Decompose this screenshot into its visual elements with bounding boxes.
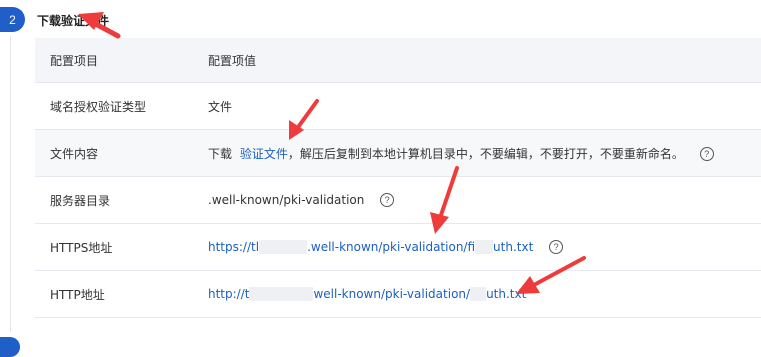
row-key: 文件内容: [35, 129, 208, 177]
header-config-value: 配置项值: [208, 38, 761, 83]
redacted-domain: [259, 240, 308, 255]
step-number-badge: 2: [0, 7, 25, 32]
config-table: 配置项目 配置项值 域名授权验证类型 文件 文件内容 下载 验证文件，解压后复制…: [35, 38, 761, 318]
https-url-link[interactable]: https://tl .well-known/pki-validation/fi u…: [208, 240, 533, 255]
table-row-domain-type: 域名授权验证类型 文件: [35, 82, 761, 130]
question-circle-icon[interactable]: ?: [380, 193, 395, 208]
row-value: 文件: [208, 82, 761, 130]
section-title: 下载验证文件: [37, 14, 110, 28]
verification-file-link[interactable]: 验证文件: [240, 147, 288, 161]
row-value: http://t well-known/pki-validation/uth.tx…: [208, 270, 761, 318]
step-connector-line: [10, 36, 11, 332]
row-value: https://tl .well-known/pki-validation/fi u…: [208, 223, 761, 271]
table-row-https-url: HTTPS地址 https://tl .well-known/pki-valida…: [35, 223, 761, 271]
row-value: 下载 验证文件，解压后复制到本地计算机目录中，不要编辑，不要打开，不要重新命名。…: [208, 129, 761, 177]
row-key: HTTP地址: [35, 270, 208, 318]
table-header-row: 配置项目 配置项值: [35, 38, 761, 83]
question-circle-icon[interactable]: ?: [549, 240, 564, 255]
server-dir-value: .well-known/pki-validation: [208, 192, 365, 207]
row-key: 域名授权验证类型: [35, 82, 208, 130]
row-key: 服务器目录: [35, 176, 208, 224]
redacted-filename: [475, 240, 494, 255]
http-url-link[interactable]: http://t well-known/pki-validation/uth.tx…: [208, 287, 526, 302]
table-row-file-content: 文件内容 下载 验证文件，解压后复制到本地计算机目录中，不要编辑，不要打开，不要…: [35, 129, 761, 177]
redacted-filename: [470, 287, 487, 302]
table-row-server-dir: 服务器目录 .well-known/pki-validation ?: [35, 176, 761, 224]
download-prefix-text: 下载: [208, 146, 233, 161]
table-row-http-url: HTTP地址 http://t well-known/pki-validation…: [35, 270, 761, 318]
header-config-item: 配置项目: [35, 38, 208, 83]
question-circle-icon[interactable]: ?: [699, 147, 714, 161]
redacted-domain: [249, 287, 314, 302]
row-value: .well-known/pki-validation ?: [208, 176, 761, 224]
row-key: HTTPS地址: [35, 223, 208, 271]
next-step-badge: [0, 337, 20, 357]
file-instructions-text: ，解压后复制到本地计算机目录中，不要编辑，不要打开，不要重新命名。: [287, 146, 684, 161]
